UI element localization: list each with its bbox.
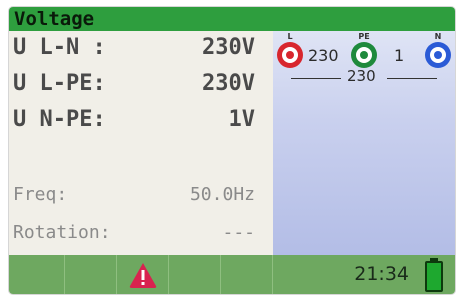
reading-row-u-n-pe: U N-PE: 1V — [13, 105, 269, 135]
status-bar: 21:34 — [9, 255, 455, 294]
terminal-label-l: L — [287, 32, 293, 41]
softkey-4[interactable] — [169, 255, 221, 294]
rotation-label: Rotation: — [13, 222, 111, 243]
reading-label: U N-PE: — [13, 107, 106, 132]
softkey-3[interactable] — [117, 255, 169, 294]
rotation-row: Rotation: --- — [13, 221, 269, 245]
window-title: Voltage — [9, 7, 455, 31]
l-n-line-left — [291, 78, 341, 79]
terminal-pe-icon — [351, 42, 377, 68]
terminal-diagram-panel: L 230 PE 1 N 230 — [273, 31, 455, 255]
value-pe-n: 1 — [394, 46, 405, 65]
terminal-l-icon — [277, 42, 303, 68]
reading-value: 230V — [202, 71, 255, 96]
terminal-label-n: N — [434, 32, 442, 41]
rotation-value: --- — [222, 222, 255, 243]
frequency-value: 50.0Hz — [189, 184, 255, 205]
softkey-5[interactable] — [221, 255, 273, 294]
terminal-n-icon — [425, 42, 451, 68]
frequency-row: Freq: 50.0Hz — [13, 183, 269, 207]
reading-label: U L-PE: — [13, 71, 106, 96]
softkey-1[interactable] — [9, 255, 65, 294]
instrument-screen: Voltage U L-N : 230V U L-PE: 230V U N-PE… — [9, 7, 455, 294]
terminal-label-pe: PE — [358, 32, 370, 41]
reading-row-u-l-pe: U L-PE: 230V — [13, 69, 269, 99]
frequency-label: Freq: — [13, 184, 68, 205]
value-l-pe: 230 — [308, 46, 339, 65]
clock-time: 21:34 — [354, 263, 409, 285]
battery-icon — [425, 261, 443, 292]
l-n-line-right — [387, 78, 437, 79]
reading-label: U L-N : — [13, 35, 106, 60]
readings-panel: U L-N : 230V U L-PE: 230V U N-PE: 1V Fre… — [9, 31, 273, 255]
reading-row-u-l-n: U L-N : 230V — [13, 33, 269, 63]
softkey-2[interactable] — [65, 255, 117, 294]
reading-value: 230V — [202, 35, 255, 60]
reading-value: 1V — [228, 107, 256, 132]
value-l-n: 230 — [347, 67, 376, 85]
warning-icon — [129, 263, 157, 288]
